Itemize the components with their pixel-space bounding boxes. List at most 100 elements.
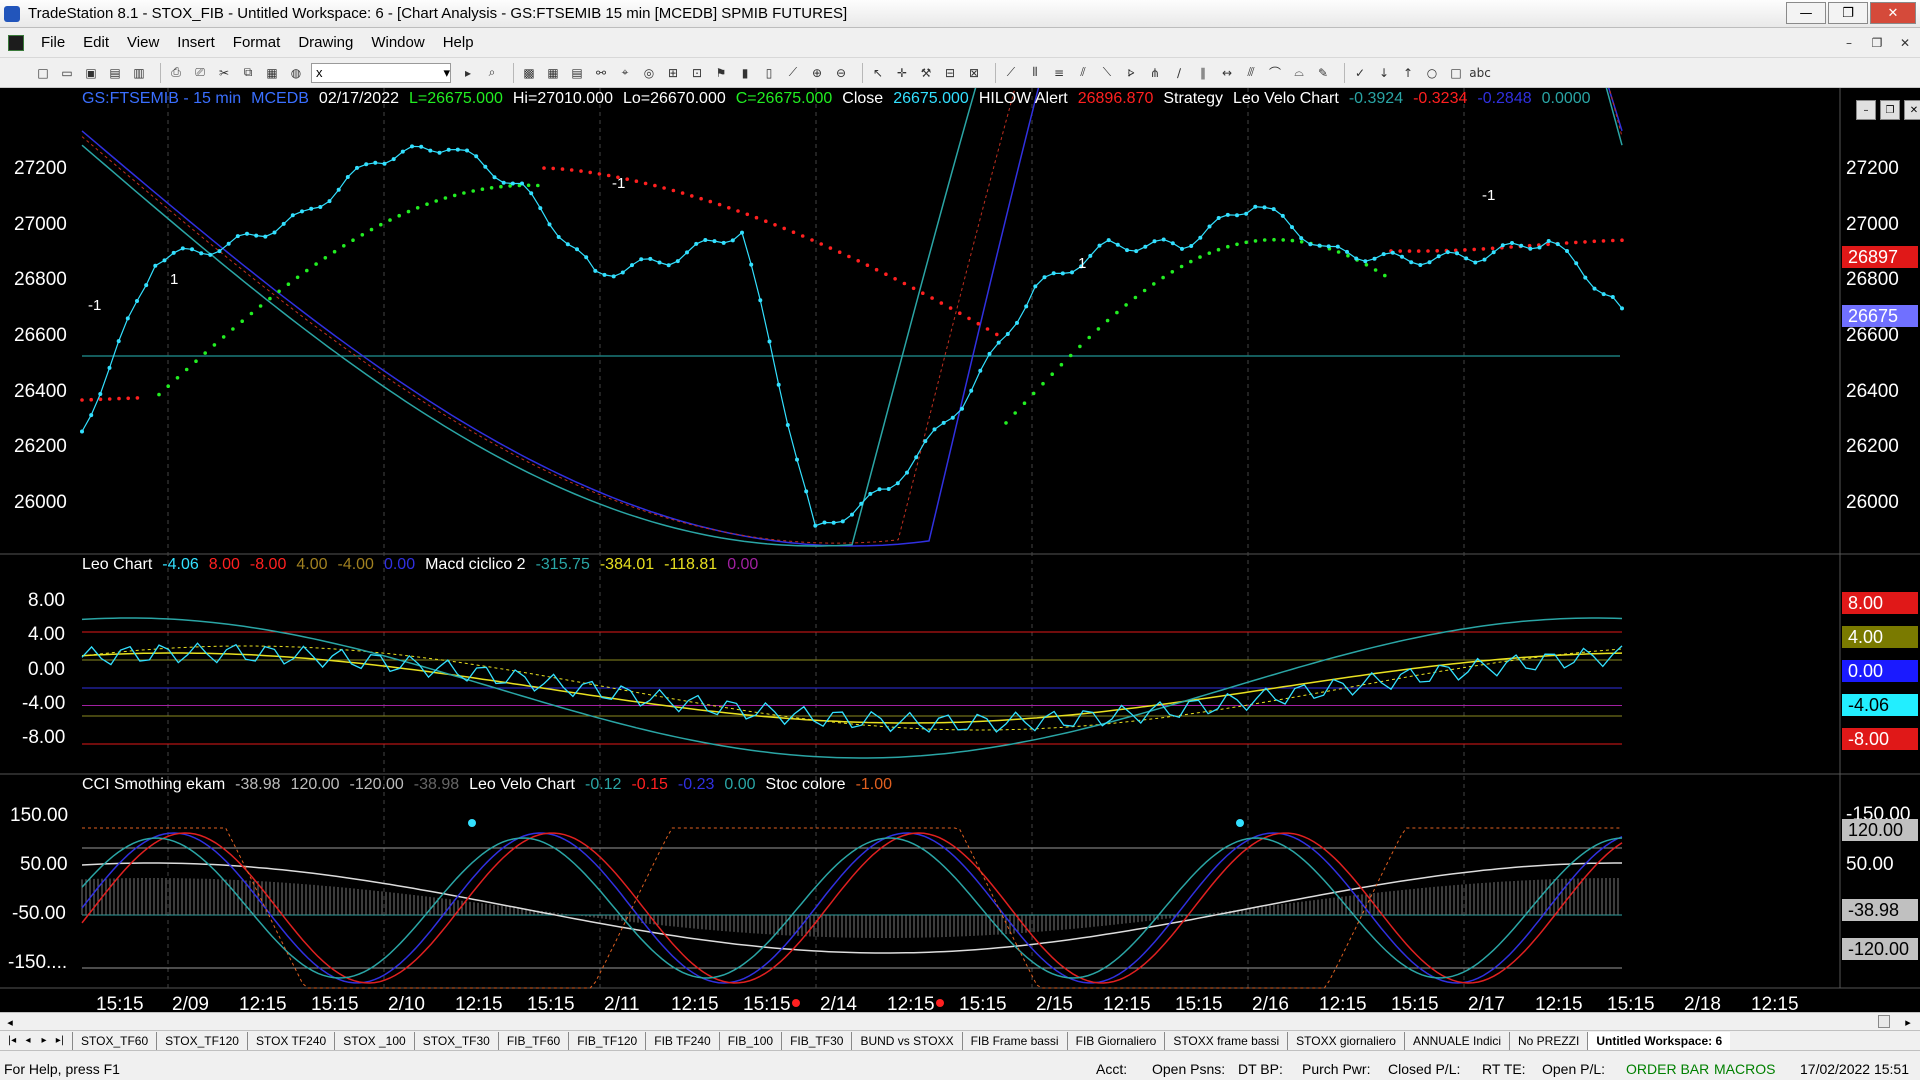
scanner-icon[interactable]: ⌖ <box>616 64 634 82</box>
play-icon[interactable]: ▸ <box>459 64 477 82</box>
table-icon[interactable]: ▤ <box>568 64 586 82</box>
radar-icon[interactable]: ◎ <box>640 64 658 82</box>
grid-icon[interactable]: ▦ <box>544 64 562 82</box>
chart-window-icon[interactable] <box>8 34 24 51</box>
parallel-icon[interactable]: ∥ <box>1194 64 1212 82</box>
tab-stox-tf240[interactable]: STOX TF240 <box>246 1031 334 1050</box>
check-icon[interactable]: ✓ <box>1351 64 1369 82</box>
tab-annuale-indici[interactable]: ANNUALE Indici <box>1403 1031 1509 1050</box>
save-icon[interactable]: ▣ <box>82 64 100 82</box>
folder-icon[interactable]: ▥ <box>130 64 148 82</box>
tab-stoxx-frame-bassi[interactable]: STOXX frame bassi <box>1164 1031 1287 1050</box>
speed-lines-icon[interactable]: ⦠ <box>1122 64 1140 82</box>
tab-fib-giornaliero[interactable]: FIB Giornaliero <box>1066 1031 1165 1050</box>
tab-fib-100[interactable]: FIB_100 <box>718 1031 781 1050</box>
bars-icon[interactable]: ▮ <box>736 64 754 82</box>
paste-icon[interactable]: ▦ <box>263 64 281 82</box>
andrews-pitchfork-icon[interactable]: ⋔ <box>1146 64 1164 82</box>
fibonacci-icon[interactable]: ⟍ <box>1098 64 1116 82</box>
print-preview-icon[interactable]: ⎚ <box>191 64 209 82</box>
tab-stox-tf60[interactable]: STOX_TF60 <box>72 1031 156 1050</box>
minimize-button[interactable]: — <box>1786 2 1826 24</box>
arrow-down-icon[interactable]: ↓ <box>1375 64 1393 82</box>
tab-next-icon[interactable]: ▸ <box>36 1035 52 1046</box>
ellipse-icon[interactable]: ○ <box>1423 64 1441 82</box>
chevron-down-icon[interactable]: ▾ <box>443 65 450 81</box>
chart-analysis-window[interactable]: -1 1 -1 1 -1 GS:FTSEMIB - 15 min MCEDB 02/17… <box>0 88 1920 1015</box>
chart-icon[interactable]: ▩ <box>520 64 538 82</box>
close-button[interactable]: ✕ <box>1870 2 1916 24</box>
zoom-in-icon[interactable]: ⊕ <box>808 64 826 82</box>
mdi-minimize-button[interactable]: – <box>1838 33 1860 53</box>
scroll-left-icon[interactable]: ◂ <box>2 1014 18 1030</box>
status-order-bar[interactable]: ORDER BAR <box>1626 1061 1709 1077</box>
tab-untitled-workspace-6[interactable]: Untitled Workspace: 6 <box>1587 1031 1731 1050</box>
tab-stox-100[interactable]: STOX _100 <box>334 1031 413 1050</box>
arrow-up-icon[interactable]: ↑ <box>1399 64 1417 82</box>
rectangle-icon[interactable]: □ <box>1447 64 1465 82</box>
tab-last-icon[interactable]: ▸| <box>52 1035 68 1046</box>
tab-fib-frame-bassi[interactable]: FIB Frame bassi <box>961 1031 1067 1050</box>
tab-fib-tf30[interactable]: FIB_TF30 <box>781 1031 851 1050</box>
tab-first-icon[interactable]: |◂ <box>4 1035 20 1046</box>
link-icon[interactable]: ⚯ <box>592 64 610 82</box>
gann-icon[interactable]: ⫻ <box>1242 64 1260 82</box>
panel-minimize-button[interactable]: – <box>1856 100 1876 120</box>
new-icon[interactable]: □ <box>34 64 52 82</box>
trendline-icon[interactable]: ⟋ <box>1002 64 1020 82</box>
scroll-thumb[interactable] <box>1878 1015 1890 1028</box>
panel-close-button[interactable]: ✕ <box>1904 100 1920 120</box>
menu-drawing[interactable]: Drawing <box>289 34 362 51</box>
find-icon[interactable]: ⌕ <box>483 64 501 82</box>
mdi-restore-button[interactable]: ❐ <box>1866 33 1888 53</box>
vertical-lines-icon[interactable]: ⦀ <box>1026 64 1044 82</box>
mdi-close-button[interactable]: ✕ <box>1894 33 1916 53</box>
status-macros[interactable]: MACROS <box>1714 1061 1775 1077</box>
menu-file[interactable]: File <box>32 34 74 51</box>
regression-icon[interactable]: ∕ <box>1170 64 1188 82</box>
menu-insert[interactable]: Insert <box>168 34 224 51</box>
candle-icon[interactable]: ▯ <box>760 64 778 82</box>
tab-stox-tf120[interactable]: STOX_TF120 <box>156 1031 247 1050</box>
tab-fib-tf120[interactable]: FIB_TF120 <box>568 1031 645 1050</box>
save-all-icon[interactable]: ▤ <box>106 64 124 82</box>
cycle-icon[interactable]: ⌓ <box>1290 64 1308 82</box>
tab-stox-tf30[interactable]: STOX_TF30 <box>413 1031 498 1050</box>
symbol-combo[interactable]: x ▾ <box>311 62 451 83</box>
line-chart-icon[interactable]: ⟋ <box>784 64 802 82</box>
horizontal-lines-icon[interactable]: ≡ <box>1050 64 1068 82</box>
arc-icon[interactable]: ⌒ <box>1266 64 1284 82</box>
menu-format[interactable]: Format <box>224 34 290 51</box>
menu-view[interactable]: View <box>118 34 168 51</box>
tab-no-prezzi[interactable]: No PREZZI <box>1509 1031 1587 1050</box>
crosshair-icon[interactable]: ✛ <box>893 64 911 82</box>
arrow-lr-icon[interactable]: ↔ <box>1218 64 1236 82</box>
maximize-button[interactable]: ❐ <box>1828 2 1868 24</box>
text-icon[interactable]: abc <box>1469 64 1491 82</box>
zoom-out-icon[interactable]: ⊖ <box>832 64 850 82</box>
horizontal-scrollbar[interactable]: ◂ ▸ <box>0 1012 1920 1030</box>
tab-fib-tf240[interactable]: FIB TF240 <box>645 1031 718 1050</box>
chart-plot[interactable]: -1 1 -1 1 -1 <box>0 88 1920 1012</box>
tab-prev-icon[interactable]: ◂ <box>20 1035 36 1046</box>
open-icon[interactable]: ▭ <box>58 64 76 82</box>
menu-edit[interactable]: Edit <box>74 34 118 51</box>
pointer-icon[interactable]: ↖ <box>869 64 887 82</box>
print-icon[interactable]: ⎙ <box>167 64 185 82</box>
tab-bund-vs-stoxx[interactable]: BUND vs STOXX <box>851 1031 961 1050</box>
scroll-right-icon[interactable]: ▸ <box>1900 1014 1916 1030</box>
channel-icon[interactable]: ⫽ <box>1074 64 1092 82</box>
alert-icon[interactable]: ⚑ <box>712 64 730 82</box>
properties-icon[interactable]: ⊠ <box>965 64 983 82</box>
order-icon[interactable]: ⊞ <box>664 64 682 82</box>
copy-icon[interactable]: ⧉ <box>239 64 257 82</box>
insert-indicator-icon[interactable]: ⊟ <box>941 64 959 82</box>
freehand-icon[interactable]: ✎ <box>1314 64 1332 82</box>
panel-restore-button[interactable]: ❐ <box>1880 100 1900 120</box>
tab-stoxx-giornaliero[interactable]: STOXX giornaliero <box>1287 1031 1404 1050</box>
matrix-icon[interactable]: ⊡ <box>688 64 706 82</box>
menu-window[interactable]: Window <box>362 34 433 51</box>
tab-fib-tf60[interactable]: FIB_TF60 <box>497 1031 568 1050</box>
cut-icon[interactable]: ✂ <box>215 64 233 82</box>
menu-help[interactable]: Help <box>434 34 483 51</box>
